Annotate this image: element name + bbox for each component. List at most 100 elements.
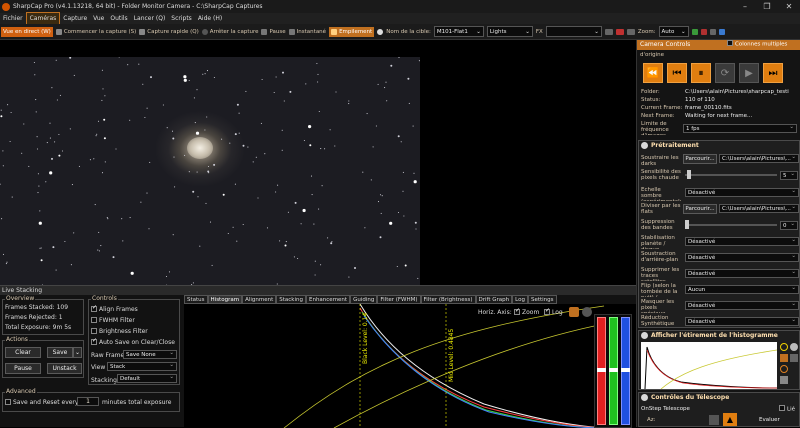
stabilisation-select[interactable]: Désactivé <box>685 237 799 246</box>
stretch-toggle-icon[interactable] <box>790 343 798 351</box>
save-reset-checkbox[interactable] <box>5 399 11 405</box>
tab-enhancement[interactable]: Enhancement <box>306 295 350 304</box>
tab-log[interactable]: Log <box>512 295 528 304</box>
save-dropdown-icon[interactable]: ⌄ <box>73 347 82 358</box>
skip-start-button[interactable]: ⏪ <box>643 63 663 83</box>
reset-stretch-icon[interactable] <box>780 365 788 373</box>
tab-alignment[interactable]: Alignment <box>242 295 276 304</box>
maximize-icon[interactable]: ❐ <box>756 0 778 13</box>
live-view-button[interactable]: Vue en direct (W) <box>1 27 53 37</box>
stop-capture-button[interactable]: Arrêter la capture <box>202 29 259 35</box>
histogram-log-checkbox[interactable] <box>544 309 550 315</box>
slew-left-button[interactable] <box>709 415 719 425</box>
tab-settings[interactable]: Settings <box>528 295 557 304</box>
minimize-icon[interactable]: – <box>734 0 756 13</box>
plugin-icon[interactable] <box>719 29 725 35</box>
red-slider[interactable] <box>597 317 606 425</box>
menu-capture[interactable]: Capture <box>60 13 90 24</box>
menu-scripts[interactable]: Scripts <box>168 13 195 24</box>
menu-help[interactable]: Aide (H) <box>195 13 225 24</box>
image-viewport[interactable] <box>0 40 636 285</box>
menu-view[interactable]: Vue <box>90 13 107 24</box>
previous-button[interactable]: ⏮ <box>667 63 687 83</box>
red-slider-handle[interactable] <box>597 368 606 372</box>
quick-capture-button[interactable]: Capture rapide (Q) <box>139 29 199 35</box>
hot-pixel-slider[interactable] <box>685 174 777 176</box>
frame-type-select[interactable]: Lights⌄ <box>487 26 533 37</box>
align-frames-checkbox[interactable] <box>91 306 97 312</box>
hot-pixel-slider-handle[interactable] <box>687 170 691 179</box>
noise-reduction-select[interactable]: Désactivé <box>685 317 799 326</box>
flip-select[interactable]: Aucun <box>685 285 799 294</box>
menu-launch[interactable]: Lancer (Q) <box>131 13 169 24</box>
blue-slider[interactable] <box>621 317 630 425</box>
settings-icon[interactable] <box>710 29 716 35</box>
tab-drift-graph[interactable]: Drift Graph <box>476 295 513 304</box>
pause-button[interactable]: Pause <box>261 29 285 35</box>
save-button[interactable]: Save <box>47 347 73 358</box>
telescope-connected-checkbox[interactable] <box>779 405 785 411</box>
banding-value[interactable]: 0 <box>780 221 798 230</box>
frame-rate-limit-select[interactable]: 1 fps <box>683 124 797 133</box>
clear-button[interactable]: Clear <box>5 347 41 358</box>
skip-end-button[interactable]: ⏭ <box>763 63 783 83</box>
stacking-mode-select[interactable]: Default <box>117 374 177 383</box>
multi-columns-checkbox[interactable] <box>727 40 733 46</box>
hot-pixel-value[interactable]: 5 <box>780 171 798 180</box>
apply-stretch-icon[interactable] <box>780 354 788 362</box>
tab-status[interactable]: Status <box>184 295 208 304</box>
fwhm-filter-checkbox[interactable] <box>91 317 97 323</box>
banding-slider-handle[interactable] <box>685 220 689 229</box>
auto-save-checkbox[interactable] <box>91 339 97 345</box>
brightness-filter-checkbox[interactable] <box>91 328 97 334</box>
menu-tools[interactable]: Outils <box>107 13 130 24</box>
record-icon[interactable] <box>377 29 383 35</box>
play-button[interactable]: ▶ <box>739 63 759 83</box>
grid-icon[interactable] <box>605 29 613 35</box>
snapshot-button[interactable]: Instantané <box>289 29 326 35</box>
tab-stacking[interactable]: Stacking <box>276 295 306 304</box>
evaluate-button[interactable]: Evaluer <box>759 417 780 423</box>
background-subtraction-select[interactable]: Désactivé <box>685 253 799 262</box>
darks-path-select[interactable]: C:\Users\alain\Pictures\... <box>719 154 799 163</box>
target-icon[interactable] <box>627 29 635 35</box>
replay-button[interactable]: ⟳ <box>715 63 735 83</box>
tab-histogram[interactable]: Histogram <box>208 295 243 304</box>
lock-icon[interactable] <box>790 354 798 362</box>
move-icon[interactable] <box>569 307 579 317</box>
mask-pixels-select[interactable]: Désactivé <box>685 301 799 310</box>
flats-browse-button[interactable]: Parcourir... <box>683 204 717 214</box>
reset-icon[interactable] <box>582 307 592 317</box>
zoom-select[interactable]: Auto⌄ <box>659 26 689 37</box>
slew-up-icon[interactable]: ▲ <box>723 413 737 426</box>
mini-histogram[interactable] <box>641 342 777 389</box>
tab-filter-fwhm[interactable]: Filter (FWHM) <box>377 295 420 304</box>
close-icon[interactable]: ✕ <box>778 0 800 13</box>
color-picker-icon[interactable] <box>692 29 698 35</box>
raw-frames-select[interactable]: Save None <box>123 350 177 359</box>
tab-filter-brightness[interactable]: Filter (Brightness) <box>421 295 476 304</box>
stack-histogram[interactable]: Black Level: 0.14 Mid Level: 0.4845 Hori… <box>184 304 636 428</box>
unstack-button[interactable]: Unstack <box>47 363 82 374</box>
save-stretch-icon[interactable] <box>780 376 788 384</box>
pause-stack-button[interactable]: Pause <box>5 363 41 374</box>
histogram-zoom-checkbox[interactable] <box>514 309 520 315</box>
satellite-trails-select[interactable]: Désactivé <box>685 269 799 278</box>
dark-scale-select[interactable]: Désactivé <box>685 188 799 197</box>
stack-button[interactable]: Empilement <box>329 27 374 37</box>
blue-slider-handle[interactable] <box>621 368 630 372</box>
tab-guiding[interactable]: Guiding <box>350 295 377 304</box>
darks-browse-button[interactable]: Parcourir... <box>683 154 717 164</box>
auto-stretch-icon[interactable] <box>780 343 788 351</box>
view-select[interactable]: Stack <box>107 362 177 371</box>
target-name-select[interactable]: M101-Flat1⌄ <box>434 26 484 37</box>
banding-slider[interactable] <box>685 224 777 226</box>
flats-path-select[interactable]: C:\Users\alain\Pictures\... <box>719 204 799 213</box>
start-capture-button[interactable]: Commencer la capture (S) <box>56 29 136 35</box>
green-slider[interactable] <box>609 317 618 425</box>
fx-select[interactable]: ⌄ <box>546 26 602 37</box>
green-slider-handle[interactable] <box>609 368 618 372</box>
menu-file[interactable]: Fichier <box>0 13 26 24</box>
histogram-icon[interactable] <box>701 29 707 35</box>
pause-playback-button[interactable]: ⏸ <box>691 63 711 83</box>
